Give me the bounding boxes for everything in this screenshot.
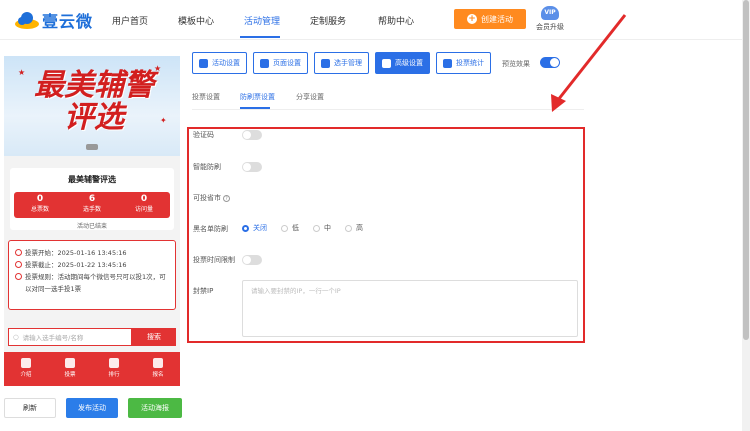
page-scrollbar[interactable]: [742, 0, 750, 431]
arrow-head: [551, 94, 566, 112]
arrow-shaft: [556, 14, 627, 101]
annotation-arrow: [551, 14, 627, 112]
